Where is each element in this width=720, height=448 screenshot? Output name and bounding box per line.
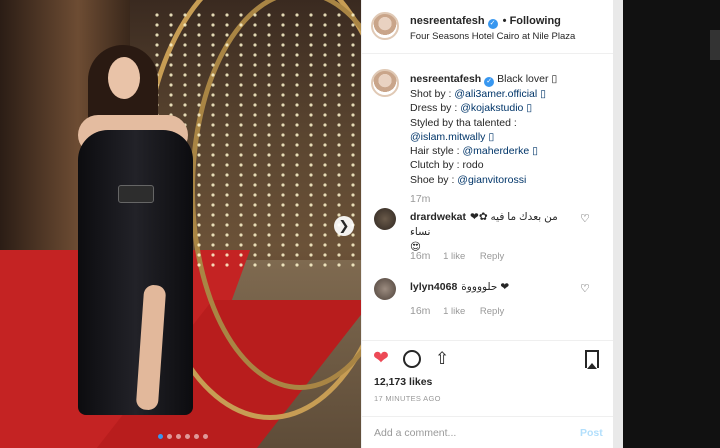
like-comment-heart-icon[interactable]: ♡ xyxy=(580,282,590,295)
carousel-dot xyxy=(167,434,172,439)
hair-style-label: Hair style : xyxy=(410,145,463,158)
photo-woman-figure xyxy=(78,45,198,415)
add-comment-bar: Add a comment... Post xyxy=(362,416,614,448)
carousel-dot xyxy=(185,434,190,439)
avatar[interactable] xyxy=(374,208,396,230)
caption-text: nesreentafesh ✓ Black lover ▯ Shot by : @… xyxy=(410,72,606,187)
chevron-right-icon[interactable]: ❯ xyxy=(334,216,354,236)
reply-button[interactable]: Reply xyxy=(480,251,504,262)
comment-text: lylyn4068 حلووووة ❤ xyxy=(410,280,580,295)
mention-link[interactable]: @ali3amer.official ▯ xyxy=(454,88,546,100)
comment-meta: 16m 1 like Reply xyxy=(410,250,516,262)
verified-badge-icon: ✓ xyxy=(484,77,495,87)
reply-button[interactable]: Reply xyxy=(480,306,504,317)
photo-face xyxy=(108,57,140,99)
comment-text: drardwekat ❤✿ من بعدك ما فيه نساء 😍 xyxy=(410,210,580,255)
post-button[interactable]: Post xyxy=(580,427,603,439)
photo-clutch xyxy=(118,185,154,203)
clutch-line: Clutch by : rodo xyxy=(410,159,484,172)
instagram-post-modal: ❯ nesreentafesh ✓ • Following Four Season… xyxy=(0,0,720,448)
comment-time[interactable]: 16m xyxy=(410,250,430,262)
shot-by-label: Shot by : xyxy=(410,88,455,100)
comment-likes[interactable]: 1 like xyxy=(443,306,465,317)
post-timestamp: 17 MINUTES AGO xyxy=(374,394,441,403)
comment-input[interactable]: Add a comment... xyxy=(374,427,456,439)
caption-line1: Black lover ▯ xyxy=(497,73,558,85)
post-actions: ❤ ⇧ 12,173 likes 17 MINUTES AGO Add a co… xyxy=(362,340,614,448)
verified-badge-icon: ✓ xyxy=(487,19,498,29)
mention-link[interactable]: @kojakstudio ▯ xyxy=(460,102,532,114)
comment-icon[interactable] xyxy=(403,350,421,368)
backdrop-edge xyxy=(613,0,623,448)
location-link[interactable]: Four Seasons Hotel Cairo at Nile Plaza xyxy=(410,31,575,42)
shoe-by-label: Shoe by : xyxy=(410,173,458,186)
post-photo[interactable]: ❯ xyxy=(0,0,361,448)
carousel-dot xyxy=(194,434,199,439)
caption-time[interactable]: 17m xyxy=(410,193,430,205)
carousel-dot xyxy=(176,434,181,439)
styled-by-label: Styled by tha talented : xyxy=(410,116,517,129)
mention-link[interactable]: @maherderke ▯ xyxy=(463,145,538,157)
comment-body: حلووووة ❤ xyxy=(461,281,510,293)
comment-username[interactable]: drardwekat xyxy=(410,211,466,223)
comment-item: drardwekat ❤✿ من بعدك ما فيه نساء 😍 ♡ 16m… xyxy=(362,208,614,268)
photo-dress xyxy=(78,130,193,415)
comment-likes[interactable]: 1 like xyxy=(443,251,465,262)
bookmark-icon[interactable] xyxy=(585,350,599,369)
avatar[interactable] xyxy=(371,12,399,40)
header-username[interactable]: nesreentafesh xyxy=(410,15,485,27)
comments-section[interactable]: nesreentafesh ✓ Black lover ▯ Shot by : @… xyxy=(362,55,614,340)
mention-link[interactable]: @gianvitorossi xyxy=(457,174,526,186)
comment-username[interactable]: lylyn4068 xyxy=(410,281,457,293)
caption-username[interactable]: nesreentafesh xyxy=(410,73,481,85)
backdrop-shade xyxy=(710,30,720,60)
comment-time[interactable]: 16m xyxy=(410,305,430,317)
carousel-indicator xyxy=(158,434,208,440)
share-icon[interactable]: ⇧ xyxy=(435,349,449,369)
following-button[interactable]: • Following xyxy=(503,15,561,27)
carousel-dot xyxy=(158,434,163,439)
likes-count[interactable]: 12,173 likes xyxy=(374,376,432,388)
like-comment-heart-icon[interactable]: ♡ xyxy=(580,212,590,225)
dress-by-label: Dress by : xyxy=(410,102,461,115)
avatar[interactable] xyxy=(371,69,399,97)
avatar[interactable] xyxy=(374,278,396,300)
comment-item: lylyn4068 حلووووة ❤ ♡ 16m 1 like Reply xyxy=(362,278,614,338)
mention-link[interactable]: @islam.mitwally ▯ xyxy=(410,131,494,143)
post-header: nesreentafesh ✓ • Following Four Seasons … xyxy=(362,0,614,54)
carousel-dot xyxy=(203,434,208,439)
header-user-line: nesreentafesh ✓ • Following xyxy=(410,15,561,29)
comment-meta: 16m 1 like Reply xyxy=(410,305,516,317)
modal-backdrop[interactable] xyxy=(613,0,720,448)
heart-icon[interactable]: ❤ xyxy=(373,349,389,369)
post-side-panel: nesreentafesh ✓ • Following Four Seasons … xyxy=(361,0,614,448)
